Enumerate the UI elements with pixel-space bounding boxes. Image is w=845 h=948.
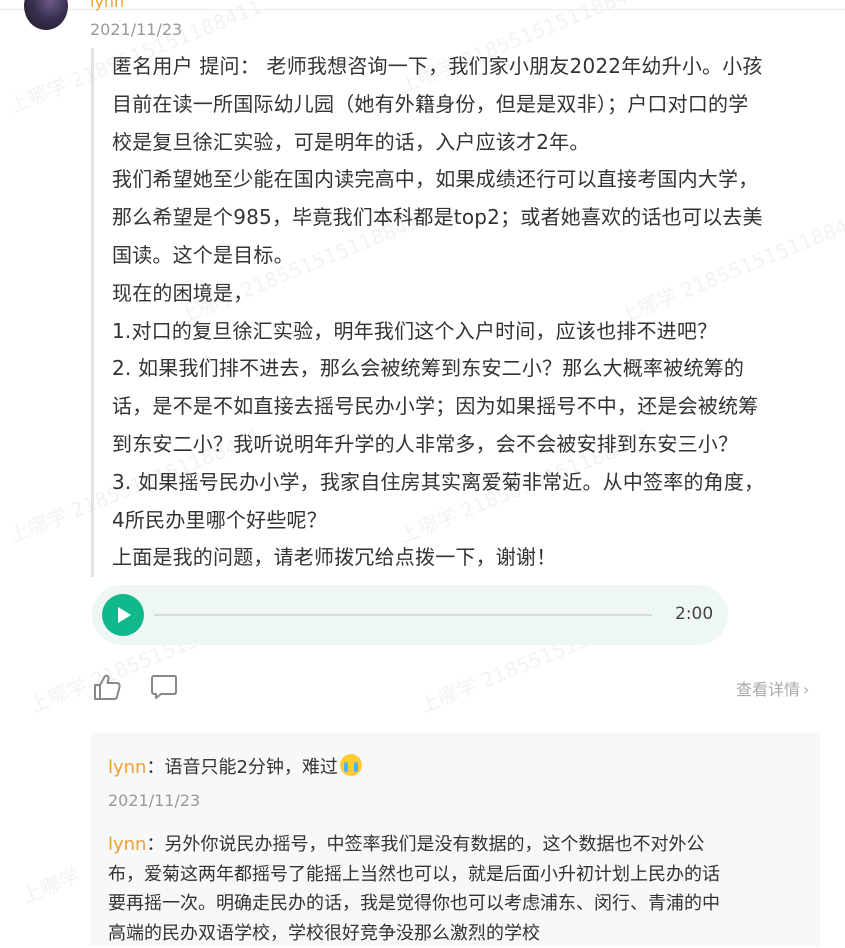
question-line: 那么希望是个985，毕竟我们本科都是top2；或者她喜欢的话也可以去美 (112, 199, 842, 237)
crying-face-icon (340, 754, 362, 776)
play-icon[interactable] (102, 594, 144, 636)
top-divider (0, 9, 845, 10)
reply-separator: ： (146, 757, 164, 778)
author-name[interactable]: lynn (90, 0, 124, 11)
question-line: 1.对口的复旦徐汇实验，明年我们这个入户时间，应该也排不进吧？ (112, 313, 842, 351)
reply-text-line: 要再摇一次。明确走民办的话，我是觉得你也可以考虑浦东、闵行、青浦的中 (108, 889, 720, 919)
post-date: 2021/11/23 (90, 20, 182, 39)
audio-player: 2:00 (92, 585, 728, 645)
reply-text-line: 另外你说民办摇号，中签率我们是没有数据的，这个数据也不对外公 (164, 834, 704, 855)
watermark: 上哪学 (17, 860, 83, 909)
audio-duration: 2:00 (675, 604, 713, 624)
question-line: 3. 如果摇号民办小学，我家自住房其实离爱菊非常近。从中签率的角度， (112, 464, 842, 502)
reply-separator: ： (146, 834, 164, 855)
audio-progress-track[interactable] (154, 614, 652, 616)
reply-text: 语音只能2分钟，难过 (164, 757, 337, 778)
reply-1: lynn：语音只能2分钟，难过 (108, 753, 362, 779)
question-line: 4所民办里哪个好些呢？ (112, 502, 842, 540)
reply-section: lynn：语音只能2分钟，难过 2021/11/23 lynn：另外你说民办摇号… (90, 733, 820, 946)
question-line: 现在的困境是， (112, 275, 842, 313)
reply-author[interactable]: lynn (108, 757, 146, 778)
question-line: 国读。这个是目标。 (112, 237, 842, 275)
chevron-right-icon: › (803, 680, 809, 699)
reply-date: 2021/11/23 (108, 791, 200, 810)
question-quote: 匿名用户 提问： 老师我想咨询一下，我们家小朋友2022年幼升小。小孩目前在读一… (91, 48, 842, 577)
reply-text-line: 布，爱菊这两年都摇号了能摇上当然也可以，就是后面小升初计划上民办的话 (108, 860, 720, 890)
view-details-label: 查看详情 (736, 680, 800, 699)
question-line: 目前在读一所国际幼儿园（她有外籍身份，但是是双非）；户口对口的学 (112, 86, 842, 124)
avatar[interactable] (24, 0, 68, 30)
question-line: 2. 如果我们排不进去，那么会被统筹到东安二小？那么大概率被统筹的 (112, 350, 842, 388)
question-line: 上面是我的问题，请老师拨冗给点拨一下，谢谢！ (112, 539, 842, 577)
question-line: 匿名用户 提问： 老师我想咨询一下，我们家小朋友2022年幼升小。小孩 (112, 48, 842, 86)
question-line: 校是复旦徐汇实验，可是明年的话，入户应该才2年。 (112, 124, 842, 162)
comment-icon[interactable] (150, 673, 178, 701)
question-line: 我们希望她至少能在国内读完高中，如果成绩还行可以直接考国内大学， (112, 161, 842, 199)
view-details-link[interactable]: 查看详情› (736, 676, 809, 700)
question-line: 话，是不是不如直接去摇号民办小学；因为如果摇号不中，还是会被统筹 (112, 388, 842, 426)
reply-text-line: 高端的民办双语学校，学校很好竞争没那么激烈的学校 (108, 919, 720, 948)
question-line: 到东安二小？我听说明年升学的人非常多，会不会被安排到东安三小？ (112, 426, 842, 464)
reply-author[interactable]: lynn (108, 834, 146, 855)
reply-2: lynn：另外你说民办摇号，中签率我们是没有数据的，这个数据也不对外公 布，爱菊… (108, 830, 720, 948)
thumbs-up-icon[interactable] (92, 673, 122, 701)
